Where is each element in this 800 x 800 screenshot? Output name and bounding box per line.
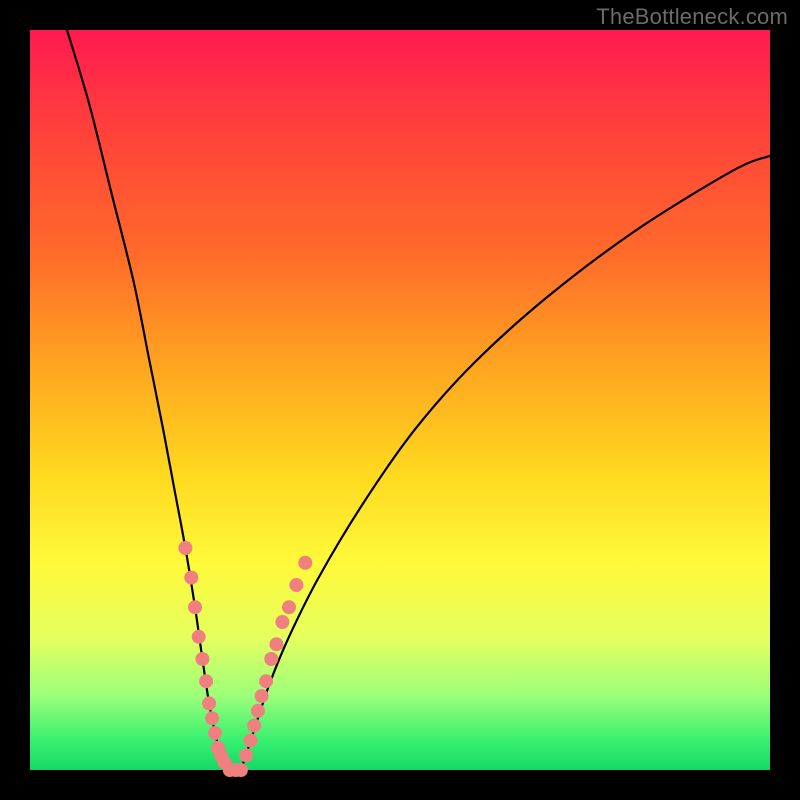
data-marker [239,748,253,762]
watermark-text: TheBottleneck.com [596,4,788,30]
marker-group [178,541,312,777]
data-marker [205,711,219,725]
data-marker [202,696,216,710]
right-curve [241,156,770,770]
data-marker [244,733,258,747]
data-marker [188,600,202,614]
data-marker [251,704,265,718]
data-marker [255,689,269,703]
chart-stage: TheBottleneck.com [0,0,800,800]
data-marker [247,719,261,733]
data-marker [184,571,198,585]
data-marker [178,541,192,555]
data-marker [269,637,283,651]
data-marker [192,630,206,644]
data-marker [259,674,273,688]
data-marker [208,726,222,740]
plot-area [30,30,770,770]
data-marker [282,600,296,614]
data-marker [298,556,312,570]
data-marker [195,652,209,666]
data-marker [264,652,278,666]
curves-svg [30,30,770,770]
data-marker [289,578,303,592]
data-marker [234,763,248,777]
data-marker [275,615,289,629]
data-marker [199,674,213,688]
